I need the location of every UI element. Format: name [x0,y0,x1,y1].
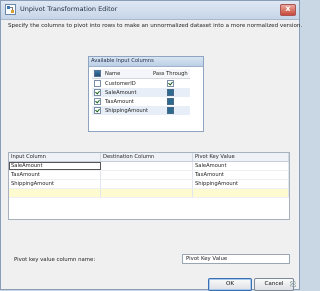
include-checkbox[interactable] [94,107,101,114]
column-header-name: Name [103,69,151,79]
destination-column-cell[interactable] [101,171,193,179]
window-title: Unpivot Transformation Editor [20,5,118,13]
transform-editor-icon [5,4,16,15]
available-row[interactable]: SaleAmount [92,88,190,97]
column-name: SaleAmount [103,88,151,97]
available-row[interactable]: CustomerID [92,79,190,89]
cancel-button[interactable]: Cancel [254,278,294,291]
destination-column-cell[interactable] [101,189,193,197]
destination-column-cell[interactable] [101,162,193,170]
grid-row[interactable]: SaleAmount SaleAmount [9,162,289,171]
input-column-cell[interactable] [9,189,101,197]
column-name: TaxAmount [105,98,134,105]
pivot-key-value-input[interactable]: Pivot Key Value [182,254,290,264]
input-column-cell[interactable]: SaleAmount [9,162,101,170]
pass-through-checkbox[interactable] [166,80,174,87]
input-column-cell[interactable]: ShippingAmount [9,180,101,188]
include-checkbox[interactable] [94,80,101,87]
column-name: CustomerID [105,80,136,87]
grid-row[interactable]: ShippingAmount ShippingAmount [9,180,289,189]
close-icon: x [285,4,291,13]
dialog-body: Specify the columns to pivot into rows t… [2,20,302,291]
pivot-key-value-cell[interactable]: SaleAmount [193,162,289,170]
pivot-key-value-cell[interactable]: TaxAmount [193,171,289,179]
header-pivot-key-value[interactable]: Pivot Key Value [193,153,289,161]
ok-button[interactable]: OK [208,278,252,291]
pass-through-checkbox[interactable] [166,107,174,114]
pass-through-checkbox[interactable] [166,89,174,96]
header-destination-column[interactable]: Destination Column [101,153,193,161]
include-checkbox[interactable] [94,89,101,96]
unpivot-editor-window: Unpivot Transformation Editor x Specify … [0,0,302,291]
destination-column-cell[interactable] [101,180,193,188]
available-columns-table: Name Pass Through CustomerID SaleAmount … [92,69,190,115]
grid-new-row[interactable] [9,189,289,198]
title-bar: Unpivot Transformation Editor x [1,1,299,20]
available-row[interactable]: ShippingAmount [92,106,190,115]
close-button[interactable]: x [280,4,296,16]
grid-header: Input Column Destination Column Pivot Ke… [9,153,289,162]
resize-grip[interactable] [290,281,296,287]
pivot-key-value-label: Pivot key value column name: [14,257,96,263]
input-column-cell[interactable]: TaxAmount [9,171,101,179]
pass-through-checkbox[interactable] [166,98,174,105]
available-row[interactable]: TaxAmount [92,97,190,106]
instruction-text: Specify the columns to pivot into rows t… [8,23,303,29]
grid-row[interactable]: TaxAmount TaxAmount [9,171,289,180]
pivot-key-value-cell[interactable] [193,189,289,197]
available-input-columns-title: Available Input Columns [89,57,203,67]
column-header-pass-through: Pass Through [151,69,190,79]
available-input-columns-panel: Available Input Columns Name Pass Throug… [88,56,204,132]
column-name: ShippingAmount [103,106,151,115]
unpivot-mapping-grid: Input Column Destination Column Pivot Ke… [8,152,290,220]
pivot-key-value-cell[interactable]: ShippingAmount [193,180,289,188]
header-input-column[interactable]: Input Column [9,153,101,161]
include-checkbox[interactable] [94,98,101,105]
select-all-checkbox[interactable] [94,70,101,77]
